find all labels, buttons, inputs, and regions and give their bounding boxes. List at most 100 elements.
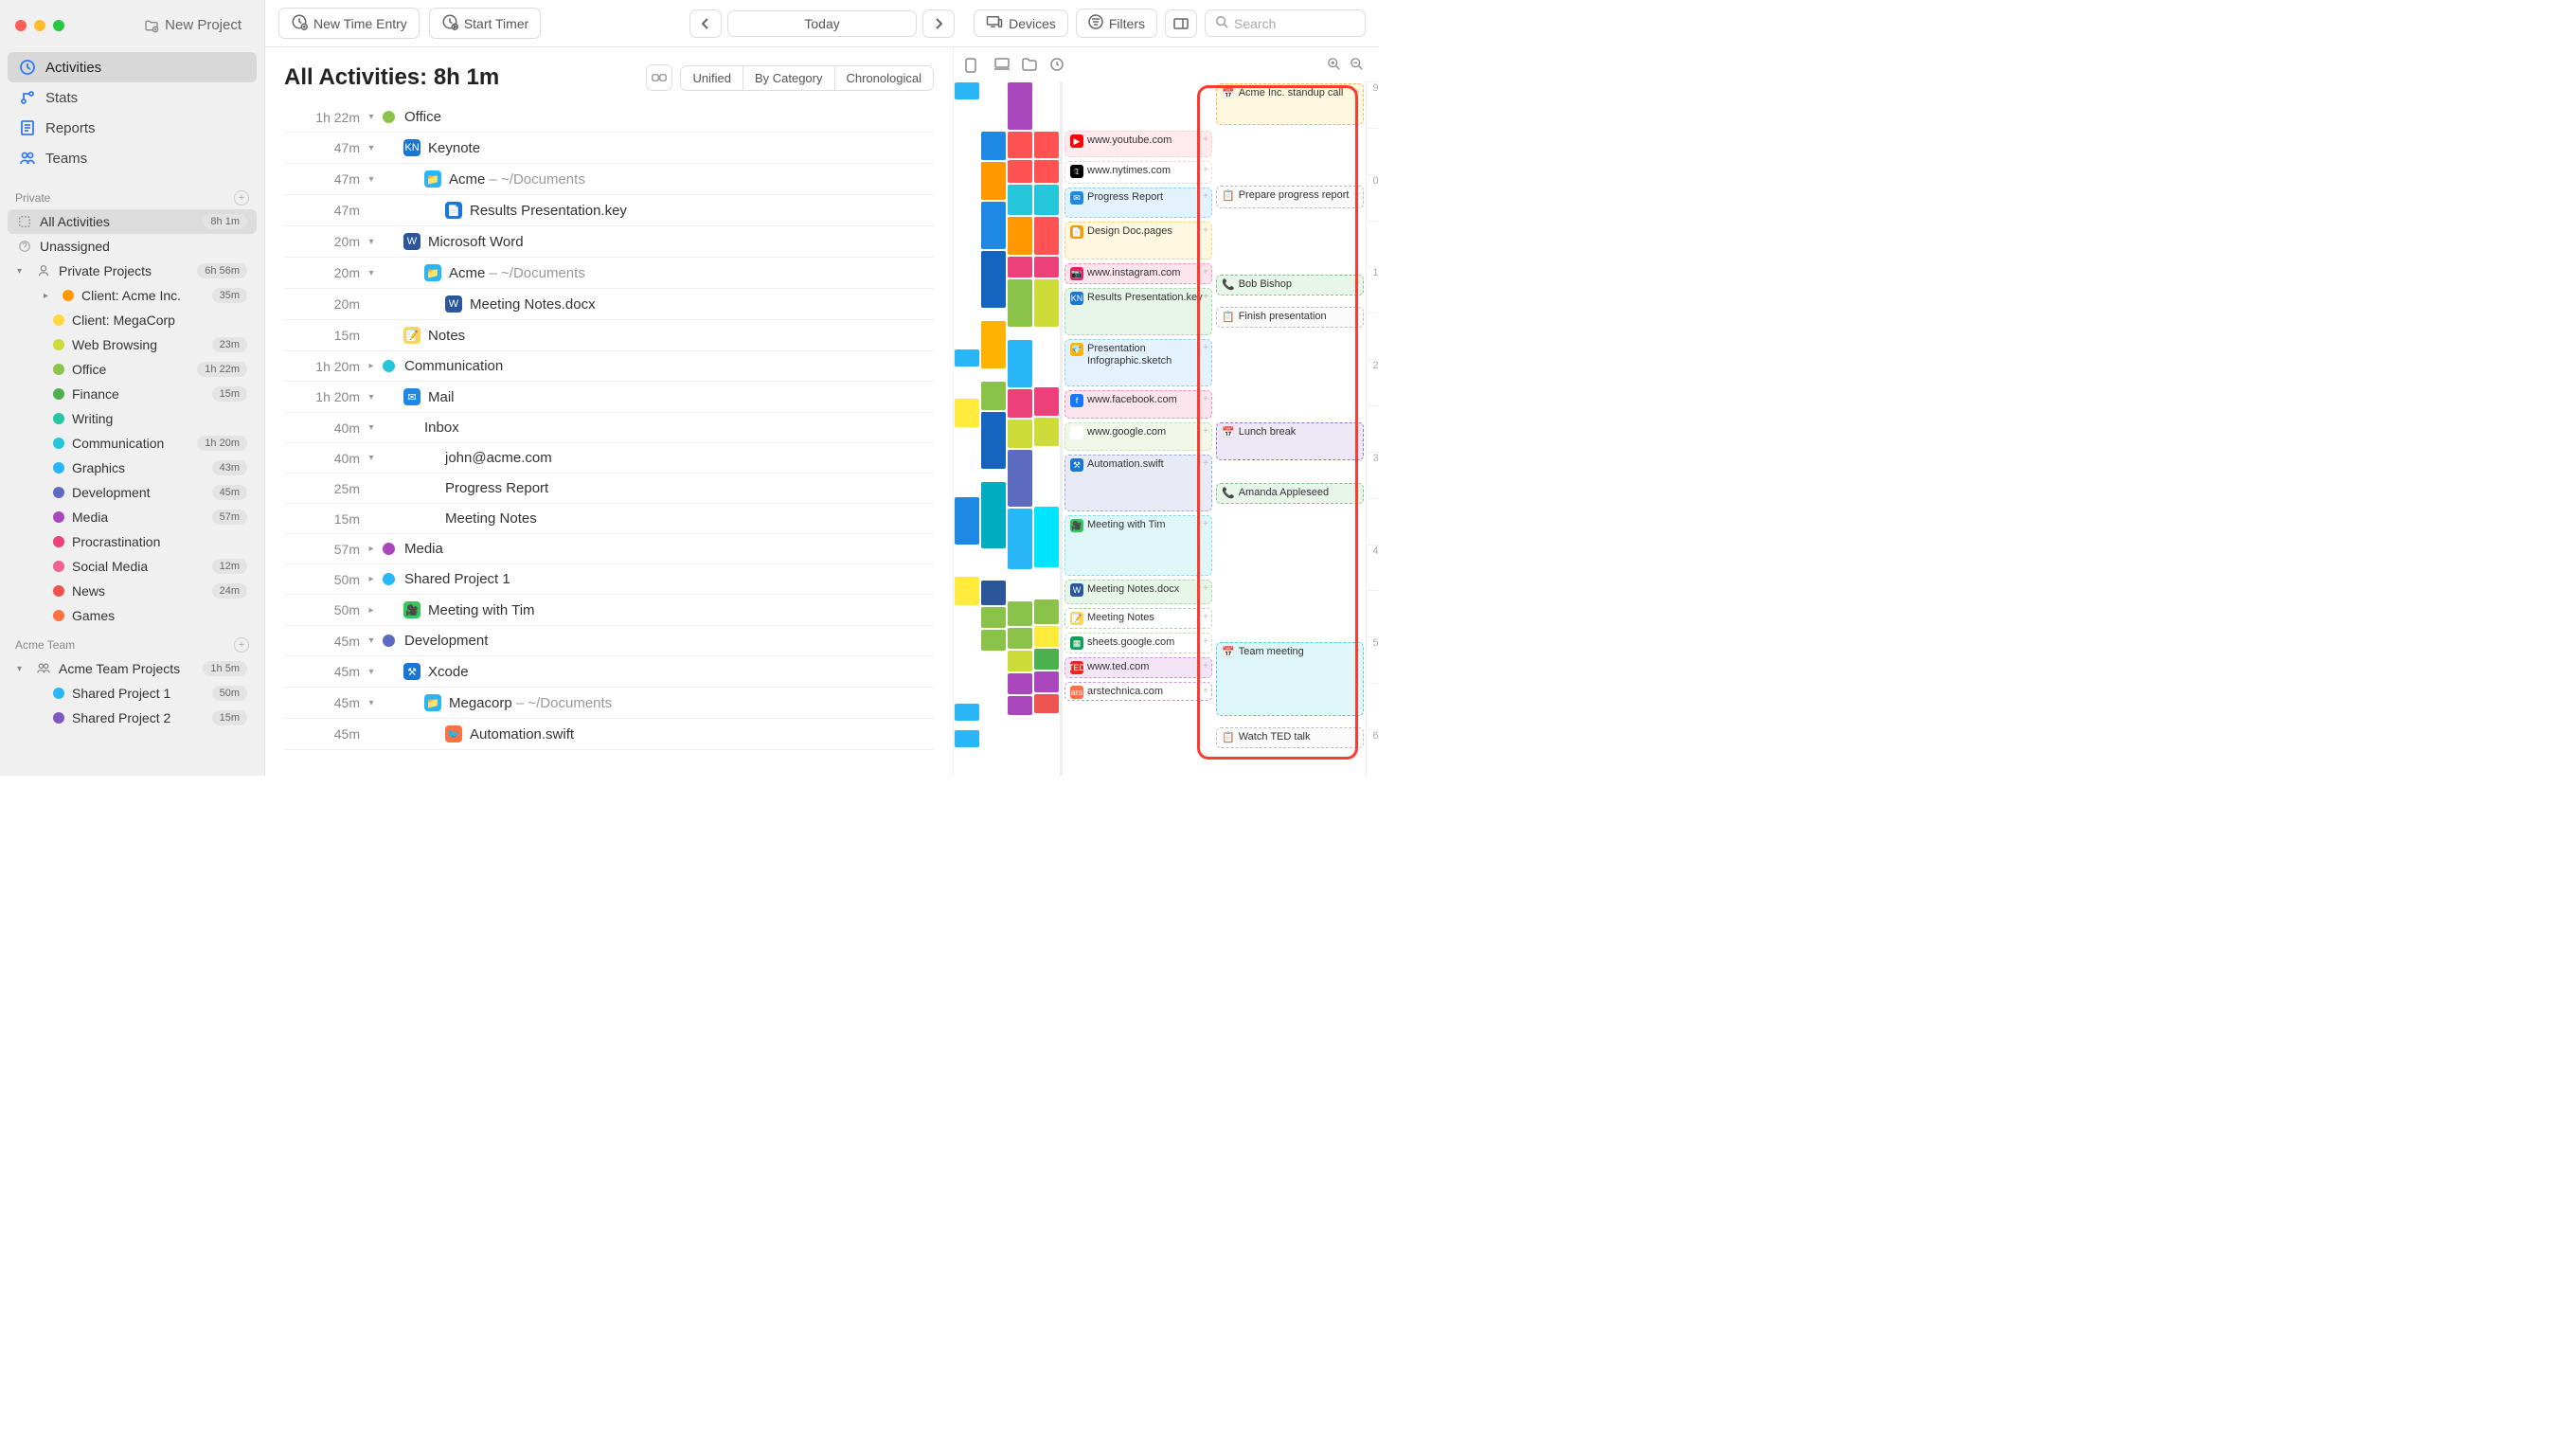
timeline-block[interactable]	[955, 497, 979, 545]
timeline-block[interactable]	[981, 607, 1006, 628]
timeline-event-card[interactable]: 📅Team meeting+	[1216, 642, 1364, 716]
add-icon[interactable]: +	[1354, 731, 1360, 742]
timeline-app-card[interactable]: fwww.facebook.com+	[1064, 390, 1212, 419]
chevron-down-icon[interactable]: ▾	[17, 664, 28, 674]
activity-row[interactable]: 47m▾📁Acme – ~/Documents	[284, 164, 934, 195]
timeline-block[interactable]	[1008, 651, 1032, 671]
activity-row[interactable]: 50m▸Shared Project 1	[284, 564, 934, 595]
timeline-block[interactable]	[981, 251, 1006, 308]
timeline-block[interactable]	[1008, 279, 1032, 327]
project-item[interactable]: Shared Project 215m	[8, 706, 257, 730]
start-timer-button[interactable]: Start Timer	[429, 8, 541, 39]
timeline-block[interactable]	[981, 132, 1006, 160]
timeline-block[interactable]	[1008, 696, 1032, 715]
activity-row[interactable]: 15mMeeting Notes	[284, 504, 934, 534]
timeline-event-card[interactable]: 📞Bob Bishop+	[1216, 275, 1364, 295]
timeline-block[interactable]	[1034, 132, 1059, 158]
project-item[interactable]: Games	[8, 603, 257, 628]
nav-item-teams[interactable]: Teams	[8, 143, 257, 173]
activity-row[interactable]: 45m▾⚒Xcode	[284, 656, 934, 688]
add-icon[interactable]: +	[1354, 189, 1360, 200]
clock-icon[interactable]	[1050, 58, 1067, 71]
toggle-group-icon[interactable]	[646, 64, 672, 91]
timeline-block[interactable]	[1008, 185, 1032, 215]
timeline-block[interactable]	[981, 202, 1006, 249]
timeline-block[interactable]	[955, 101, 979, 348]
timeline-block[interactable]	[981, 482, 1006, 548]
activity-row[interactable]: 1h 20m▸Communication	[284, 351, 934, 382]
chevron-icon[interactable]: ▾	[360, 174, 383, 185]
project-item[interactable]: Web Browsing23m	[8, 332, 257, 357]
activity-row[interactable]: 20m▾WMicrosoft Word	[284, 226, 934, 258]
add-icon[interactable]: +	[1354, 278, 1360, 289]
chevron-icon[interactable]: ▾	[360, 698, 383, 708]
project-item[interactable]: ▸Client: Acme Inc.35m	[8, 283, 257, 308]
chevron-down-icon[interactable]: ▾	[17, 266, 28, 277]
activity-row[interactable]: 45m🐦Automation.swift	[284, 719, 934, 750]
chevron-icon[interactable]: ▾	[360, 112, 383, 122]
date-label[interactable]: Today	[727, 10, 917, 37]
timeline-block[interactable]	[1008, 257, 1032, 277]
add-icon[interactable]: +	[1203, 686, 1208, 696]
timeline-block[interactable]	[1008, 132, 1032, 158]
timeline-block[interactable]	[981, 471, 1006, 480]
timeline-block[interactable]	[1034, 160, 1059, 183]
folder-icon[interactable]	[1022, 58, 1039, 71]
timeline-block[interactable]	[981, 550, 1006, 579]
chevron-icon[interactable]: ▾	[360, 453, 383, 463]
new-time-entry-button[interactable]: New Time Entry	[278, 8, 420, 39]
timeline-block[interactable]	[955, 607, 979, 702]
timeline-block[interactable]	[981, 370, 1006, 380]
timeline-block[interactable]	[1008, 389, 1032, 418]
chevron-icon[interactable]: ▸	[360, 361, 383, 371]
panel-toggle-button[interactable]	[1165, 9, 1197, 38]
view-option[interactable]: Chronological	[834, 66, 934, 90]
project-item[interactable]: Social Media12m	[8, 554, 257, 579]
nav-item-reports[interactable]: Reports	[8, 113, 257, 143]
add-icon[interactable]: +	[1203, 292, 1208, 302]
activity-row[interactable]: 47m📄Results Presentation.key	[284, 195, 934, 226]
filters-button[interactable]: Filters	[1076, 9, 1157, 38]
timeline-block[interactable]	[981, 382, 1006, 410]
timeline-block[interactable]	[1034, 329, 1059, 385]
nav-item-stats[interactable]: Stats	[8, 82, 257, 113]
add-icon[interactable]: +	[1203, 458, 1208, 469]
prev-day-button[interactable]	[689, 9, 722, 38]
add-acme-icon[interactable]: +	[234, 637, 249, 653]
timeline-block[interactable]	[1008, 673, 1032, 694]
add-icon[interactable]: +	[1354, 426, 1360, 437]
add-icon[interactable]: +	[1203, 519, 1208, 529]
acme-projects-item[interactable]: ▾ Acme Team Projects 1h 5m	[8, 656, 257, 681]
project-item[interactable]: Client: MegaCorp	[8, 308, 257, 332]
timeline-app-card[interactable]: 📷www.instagram.com+	[1064, 263, 1212, 284]
timeline-block[interactable]	[1008, 509, 1032, 569]
project-item[interactable]: Media57m	[8, 505, 257, 529]
timeline-block[interactable]	[1034, 694, 1059, 713]
activity-row[interactable]: 40m▾john@acme.com	[284, 443, 934, 474]
timeline-block[interactable]	[1034, 418, 1059, 446]
chevron-icon[interactable]: ▾	[360, 422, 383, 433]
timeline-block[interactable]	[955, 429, 979, 495]
maximize-window-icon[interactable]	[53, 20, 64, 31]
timeline-app-card[interactable]: 📄Design Doc.pages+	[1064, 222, 1212, 259]
search-input[interactable]: Search	[1205, 9, 1366, 37]
timeline-block[interactable]	[955, 577, 979, 605]
add-icon[interactable]: +	[1354, 487, 1360, 497]
zoom-out-icon[interactable]	[1351, 58, 1368, 71]
chevron-icon[interactable]: ▾	[360, 635, 383, 646]
timeline-block[interactable]	[955, 546, 979, 575]
unassigned-item[interactable]: Unassigned	[8, 234, 257, 259]
add-icon[interactable]: +	[1203, 426, 1208, 437]
add-icon[interactable]: +	[1354, 311, 1360, 321]
new-project-button[interactable]: New Project	[136, 13, 249, 37]
timeline-app-card[interactable]: 🎥Meeting with Tim+	[1064, 515, 1212, 576]
chevron-icon[interactable]: ▾	[360, 143, 383, 153]
timeline-app-card[interactable]: TEDwww.ted.com+	[1064, 657, 1212, 678]
activity-row[interactable]: 25mProgress Report	[284, 474, 934, 504]
timeline-event-card[interactable]: 📅Lunch break+	[1216, 422, 1364, 460]
activity-row[interactable]: 40m▾Inbox	[284, 413, 934, 443]
timeline-block[interactable]	[955, 368, 979, 397]
timeline-block[interactable]	[1008, 82, 1032, 130]
timeline-block[interactable]	[1034, 569, 1059, 598]
project-item[interactable]: Shared Project 150m	[8, 681, 257, 706]
